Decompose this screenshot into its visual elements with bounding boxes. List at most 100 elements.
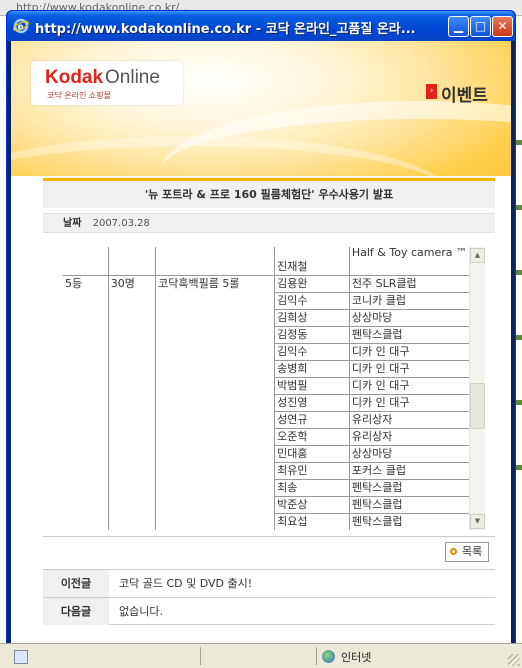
prev-post-link[interactable]: 코닥 골드 CD 및 DVD 출시! bbox=[119, 570, 252, 597]
list-button[interactable]: 목록 bbox=[445, 542, 489, 562]
winner-club: 펜탁스클럽 bbox=[348, 326, 469, 344]
window-title: http://www.kodakonline.co.kr - 코닥 온라인_고품… bbox=[35, 22, 416, 37]
winner-name: 박범필 bbox=[274, 377, 350, 395]
winner-club: 펜탁스클럽 bbox=[348, 479, 469, 497]
table-row: 진재철 Half & Toy camera ™ bbox=[63, 247, 469, 276]
table-row: 김익수 코니카 클럽 bbox=[63, 292, 469, 310]
triangle-up-icon: ▲ bbox=[474, 251, 481, 259]
table-row: 성연규 유리상자 bbox=[63, 411, 469, 429]
winner-club: 디카 인 대구 bbox=[348, 360, 469, 378]
rank-cell bbox=[63, 326, 108, 343]
resize-grip-icon[interactable] bbox=[508, 654, 520, 666]
rank-cell bbox=[63, 360, 108, 377]
prize-cell bbox=[155, 462, 275, 479]
kodak-logo[interactable]: Kodak Online 코닥 온라인 쇼핑몰 bbox=[31, 61, 183, 105]
prize-cell bbox=[155, 513, 275, 530]
prize-cell bbox=[155, 309, 275, 326]
winner-name: 김희상 bbox=[274, 309, 350, 327]
table-row: 민대홍 상상마당 bbox=[63, 445, 469, 463]
list-button-label: 목록 bbox=[462, 545, 483, 558]
count-cell bbox=[107, 326, 156, 343]
count-cell bbox=[107, 428, 156, 445]
logo-tagline: 코닥 온라인 쇼핑몰 bbox=[47, 91, 111, 100]
section-title: 이벤트 bbox=[441, 86, 488, 106]
winner-name: 김익수 bbox=[274, 292, 350, 310]
count-cell bbox=[107, 360, 156, 377]
rank-cell bbox=[63, 247, 108, 275]
count-cell bbox=[107, 462, 156, 479]
winner-club: 디카 인 대구 bbox=[348, 343, 469, 361]
table-row: 오준학 유리상자 bbox=[63, 428, 469, 446]
ie-icon: e bbox=[13, 18, 29, 34]
popup-window: e http://www.kodakonline.co.kr - 코닥 온라인_… bbox=[6, 10, 516, 660]
prize-cell bbox=[155, 411, 275, 428]
security-zone: 인터넷 bbox=[341, 651, 372, 664]
prev-post-label: 이전글 bbox=[43, 570, 109, 597]
count-cell bbox=[107, 247, 156, 275]
count-cell bbox=[107, 377, 156, 394]
table-row: 5등 30명 코닥흑백필름 5롤 김용완 전주 SLR클럽 bbox=[63, 274, 469, 293]
rank-cell bbox=[63, 343, 108, 360]
winner-club: 상상마당 bbox=[348, 309, 469, 327]
winner-club: 디카 인 대구 bbox=[348, 394, 469, 412]
status-bar: 인터넷 bbox=[0, 643, 522, 668]
vertical-scrollbar[interactable]: ▲ ▼ bbox=[469, 247, 485, 530]
winner-name: 박준상 bbox=[274, 496, 350, 514]
winner-name: 최요섭 bbox=[274, 513, 350, 530]
bullet-icon bbox=[450, 548, 457, 555]
minimize-button[interactable]: ▁ bbox=[448, 16, 469, 37]
rank-cell bbox=[63, 479, 108, 496]
table-row: 김익수 디카 인 대구 bbox=[63, 343, 469, 361]
date-label: 날짜 bbox=[63, 218, 82, 229]
winner-club: 디카 인 대구 bbox=[348, 377, 469, 395]
rank-cell bbox=[63, 411, 108, 428]
scroll-up-button[interactable]: ▲ bbox=[470, 248, 485, 263]
globe-icon bbox=[322, 650, 335, 663]
logo-brand: Kodak bbox=[45, 67, 104, 88]
winner-club: 유리상자 bbox=[348, 428, 469, 446]
maximize-button[interactable]: □ bbox=[470, 16, 491, 37]
winner-club: 유리상자 bbox=[348, 411, 469, 429]
count-cell bbox=[107, 343, 156, 360]
winner-club: 상상마당 bbox=[348, 445, 469, 463]
rank-cell bbox=[63, 513, 108, 530]
winners-table: 진재철 Half & Toy camera ™ 5등 30명 코닥흑백필름 5롤 김용… bbox=[63, 247, 469, 530]
prev-post-row[interactable]: 이전글 코닥 골드 CD 및 DVD 출시! bbox=[43, 569, 495, 597]
rank-cell bbox=[63, 377, 108, 394]
winner-name: 김용완 bbox=[274, 275, 350, 293]
close-button[interactable]: ✕ bbox=[492, 16, 513, 37]
winner-name: 김정동 bbox=[274, 326, 350, 344]
background-sidebar bbox=[516, 140, 522, 540]
page-status-icon bbox=[14, 650, 28, 664]
rank-cell bbox=[63, 394, 108, 411]
scroll-thumb[interactable] bbox=[470, 383, 485, 429]
winner-club: 포커스 클럽 bbox=[348, 462, 469, 480]
table-row: 최유민 포커스 클럽 bbox=[63, 462, 469, 480]
title-bar[interactable]: e http://www.kodakonline.co.kr - 코닥 온라인_… bbox=[7, 11, 515, 41]
next-post-value: 없습니다. bbox=[119, 605, 163, 618]
prize-cell bbox=[155, 343, 275, 360]
table-row: 박범필 디카 인 대구 bbox=[63, 377, 469, 395]
count-cell bbox=[107, 496, 156, 513]
table-row: 송병희 디카 인 대구 bbox=[63, 360, 469, 378]
rank-cell bbox=[63, 428, 108, 445]
article-body-scroll[interactable]: 진재철 Half & Toy camera ™ 5등 30명 코닥흑백필름 5롤 김용… bbox=[63, 247, 485, 530]
winner-name: 오준학 bbox=[274, 428, 350, 446]
winner-name: 진재철 bbox=[274, 247, 350, 276]
winner-club: Half & Toy camera ™ bbox=[348, 247, 469, 276]
winner-name: 송병희 bbox=[274, 360, 350, 378]
page-header: Kodak Online 코닥 온라인 쇼핑몰 › 이벤트 bbox=[11, 41, 511, 176]
triangle-down-icon: ▼ bbox=[474, 517, 481, 525]
count-cell bbox=[107, 445, 156, 462]
prize-cell bbox=[155, 428, 275, 445]
table-row: 박준상 펜탁스클럽 bbox=[63, 496, 469, 514]
prize-cell bbox=[155, 496, 275, 513]
close-icon: ✕ bbox=[497, 19, 508, 33]
winner-club: 전주 SLR클럽 bbox=[348, 275, 469, 293]
winner-name: 성연규 bbox=[274, 411, 350, 429]
scroll-down-button[interactable]: ▼ bbox=[470, 514, 485, 529]
content-divider bbox=[43, 536, 495, 537]
winner-name: 최송 bbox=[274, 479, 350, 497]
rank-cell: 5등 bbox=[63, 274, 109, 292]
prize-cell bbox=[155, 360, 275, 377]
